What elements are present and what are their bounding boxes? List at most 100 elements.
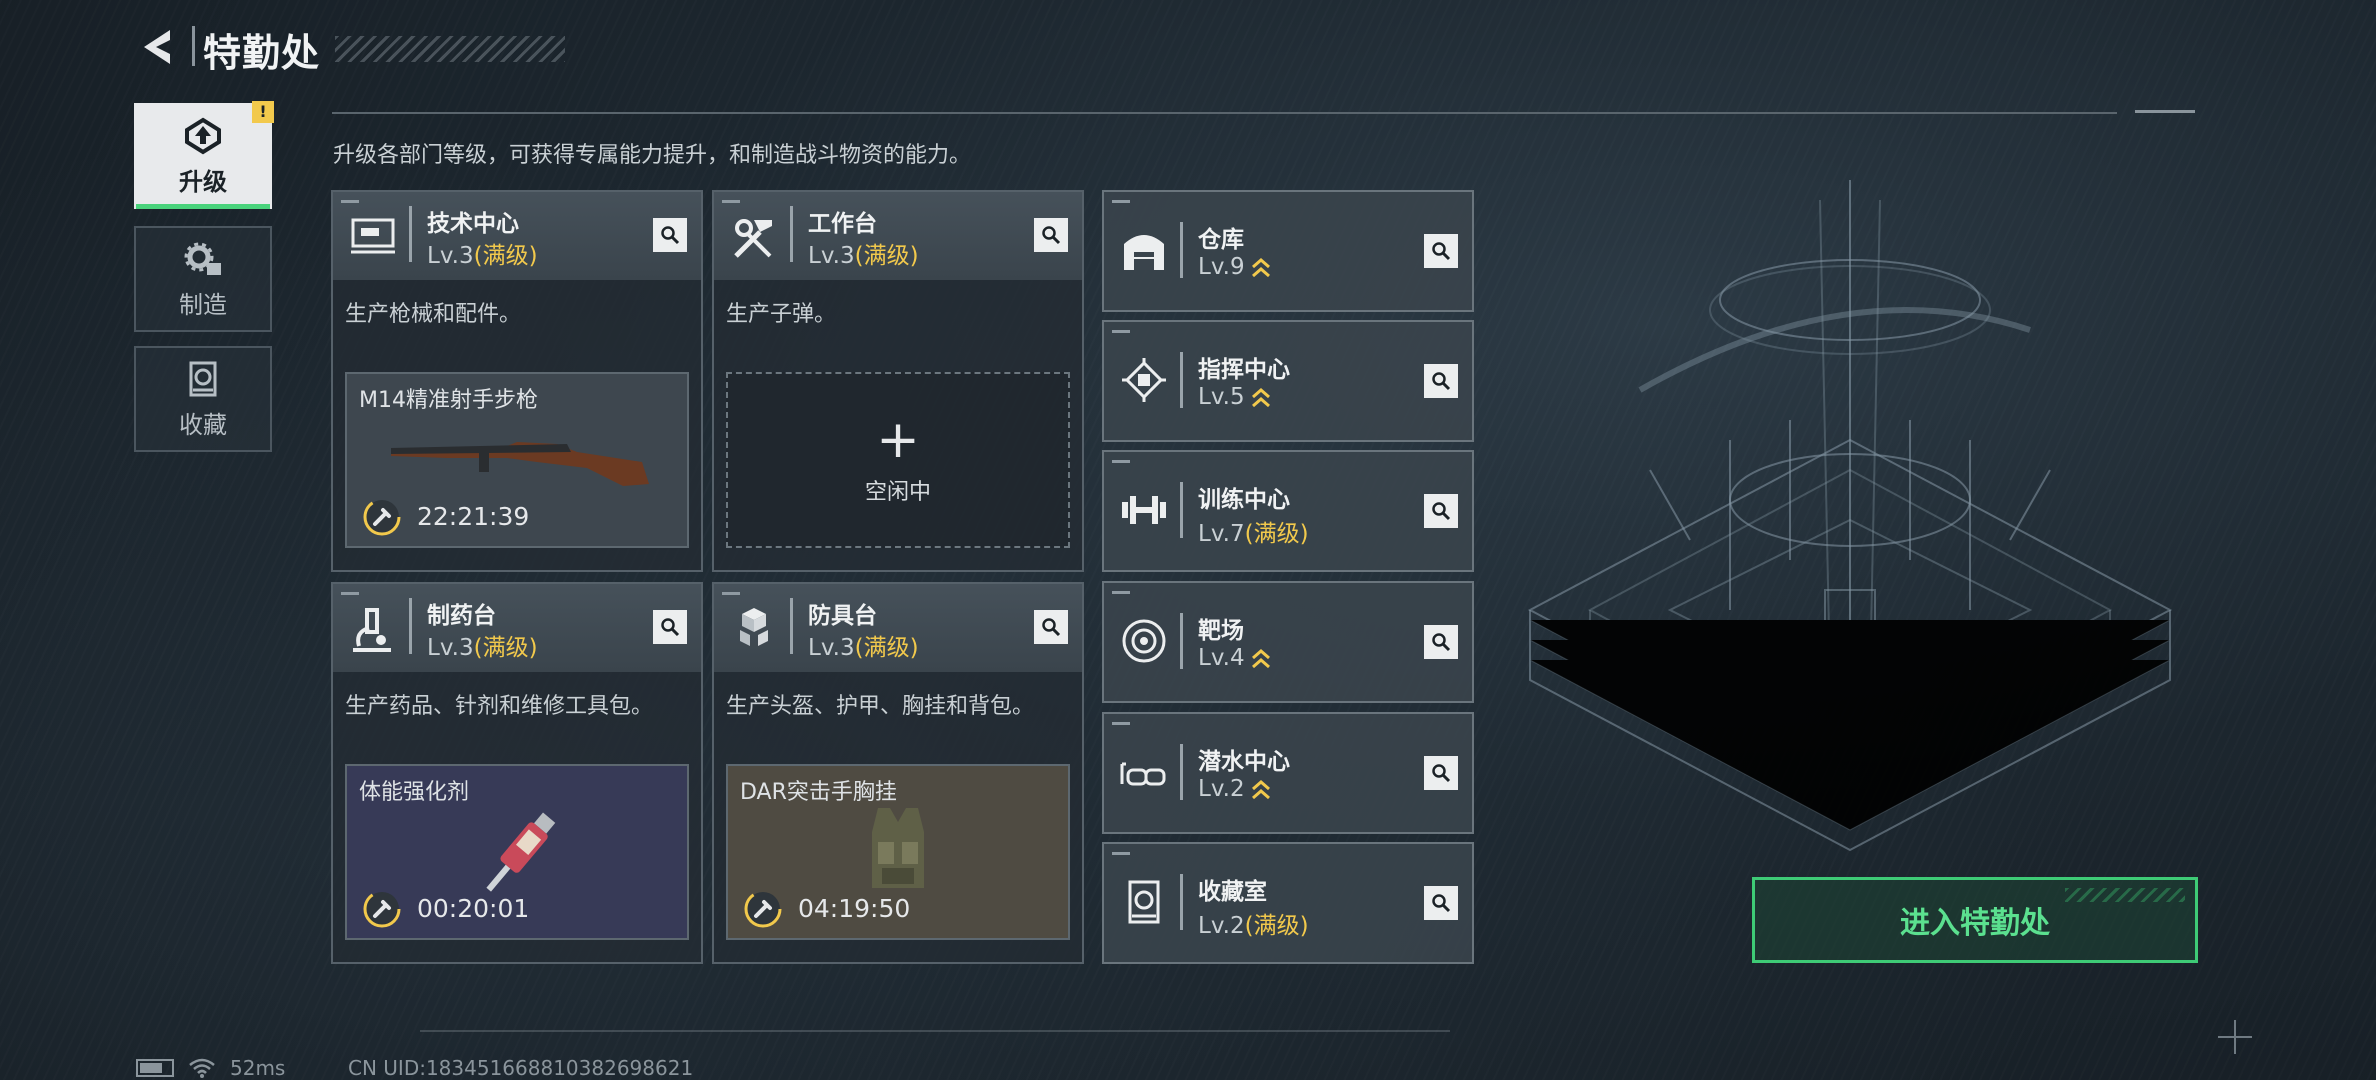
computer-icon [351, 218, 395, 254]
search-icon [1042, 618, 1061, 637]
card-separator [1180, 874, 1183, 930]
collection-icon [189, 361, 217, 396]
department-description: 生产头盔、护甲、胸挂和背包。 [726, 694, 1035, 719]
department-description: 生产子弹。 [726, 302, 837, 327]
search-icon [1432, 894, 1451, 913]
upgrade-icon [185, 117, 221, 154]
production-slot[interactable]: 体能强化剂 00:20:01 [345, 764, 689, 940]
facility-level: Lv.5 [1198, 384, 1271, 410]
inspect-button[interactable] [653, 218, 687, 252]
ping-value: 52ms [230, 1056, 286, 1080]
inspect-button[interactable] [1034, 610, 1068, 644]
facility-card-command-center[interactable]: 指挥中心 Lv.5 [1102, 320, 1474, 442]
inspect-button[interactable] [1034, 218, 1068, 252]
inspect-button[interactable] [653, 610, 687, 644]
facility-name: 潜水中心 [1198, 749, 1290, 775]
back-arrow-icon[interactable] [134, 24, 180, 70]
facility-name: 靶场 [1198, 618, 1244, 644]
search-icon [1432, 242, 1451, 261]
department-level: Lv.3(满级) [427, 243, 538, 269]
search-icon [1042, 226, 1061, 245]
inspect-button[interactable] [1424, 625, 1458, 659]
wrench-timer-icon [363, 498, 401, 536]
card-separator [1180, 482, 1183, 538]
inspect-button[interactable] [1424, 364, 1458, 398]
department-card-tech-center[interactable]: 技术中心 Lv.3(满级) 生产枪械和配件。 M14精准射手步枪 22:21:3… [331, 190, 703, 572]
facility-level: Lv.9 [1198, 254, 1271, 280]
battery-icon [136, 1059, 174, 1077]
search-icon [1432, 502, 1451, 521]
production-item-name: 体能强化剂 [359, 780, 470, 805]
command-chip-icon [1122, 358, 1166, 402]
nav-tab-craft[interactable]: 制造 [134, 226, 272, 332]
facility-level: Lv.4 [1198, 645, 1271, 671]
nav-label-craft: 制造 [179, 290, 227, 319]
card-separator [1180, 222, 1183, 278]
idle-label: 空闲中 [864, 480, 931, 505]
nav-tab-collection[interactable]: 收藏 [134, 346, 272, 452]
facility-name: 收藏室 [1198, 879, 1267, 905]
facility-level: Lv.2(满级) [1198, 913, 1309, 939]
facility-card-training-center[interactable]: 训练中心 Lv.7(满级) [1102, 450, 1474, 572]
facility-card-shooting-range[interactable]: 靶场 Lv.4 [1102, 581, 1474, 703]
facility-card-warehouse[interactable]: 仓库 Lv.9 [1102, 190, 1474, 312]
bottom-divider [420, 1030, 1450, 1032]
inspect-button[interactable] [1424, 756, 1458, 790]
top-divider-accent [2135, 110, 2195, 113]
card-separator [790, 206, 793, 262]
search-icon [1432, 764, 1451, 783]
department-level: Lv.3(满级) [808, 635, 919, 661]
production-slot-empty[interactable]: + 空闲中 [726, 372, 1070, 548]
search-icon [1432, 633, 1451, 652]
search-icon [661, 618, 680, 637]
inspect-button[interactable] [1424, 234, 1458, 268]
card-separator [790, 598, 793, 654]
card-header: 防具台 Lv.3(满级) [714, 584, 1082, 672]
header-divider [192, 26, 195, 66]
wifi-icon [189, 1058, 215, 1078]
upgrade-available-icon [1251, 648, 1270, 668]
inspect-button[interactable] [1424, 494, 1458, 528]
status-bar: 52ms [136, 1056, 285, 1080]
enter-special-ops-button[interactable]: 进入特勤处 [1752, 877, 2198, 963]
department-name: 制药台 [427, 603, 496, 629]
injector-image [486, 812, 556, 892]
production-timer: 04:19:50 [798, 894, 911, 923]
upgrade-available-icon [1251, 387, 1270, 407]
rifle-image [391, 442, 649, 486]
add-icon: + [876, 410, 920, 470]
target-icon [1122, 619, 1166, 663]
player-uid: CN UID:183451668810382698621 [348, 1056, 694, 1080]
upgrade-available-icon [1251, 779, 1270, 799]
nav-label-upgrade: 升级 [179, 167, 227, 196]
page-title: 特勤处 [203, 31, 321, 75]
nav-tab-upgrade[interactable]: ! 升级 [134, 101, 274, 209]
warehouse-icon [1124, 235, 1164, 270]
department-card-pharmacy[interactable]: 制药台 Lv.3(满级) 生产药品、针剂和维修工具包。 体能强化剂 00:20:… [331, 582, 703, 964]
tools-icon [734, 219, 772, 258]
card-header: 制药台 Lv.3(满级) [333, 584, 701, 672]
department-level: Lv.3(满级) [427, 635, 538, 661]
facility-name: 训练中心 [1198, 487, 1290, 513]
production-slot[interactable]: M14精准射手步枪 22:21:39 [345, 372, 689, 548]
top-divider [332, 112, 2117, 114]
microscope-icon [353, 608, 391, 652]
facility-name: 仓库 [1198, 227, 1244, 253]
inspect-button[interactable] [1424, 886, 1458, 920]
department-description: 生产枪械和配件。 [345, 302, 522, 327]
warning-badge: ! [252, 101, 274, 123]
production-timer: 00:20:01 [417, 894, 530, 923]
department-card-armor-bench[interactable]: 防具台 Lv.3(满级) 生产头盔、护甲、胸挂和背包。 DAR突击手胸挂 04:… [712, 582, 1084, 964]
facility-card-diving-center[interactable]: 潜水中心 Lv.2 [1102, 712, 1474, 834]
production-slot[interactable]: DAR突击手胸挂 04:19:50 [726, 764, 1070, 940]
dumbbell-icon [1122, 496, 1166, 524]
facility-card-collection-room[interactable]: 收藏室 Lv.2(满级) [1102, 842, 1474, 964]
card-header: 工作台 Lv.3(满级) [714, 192, 1082, 280]
chest-rig-image [872, 808, 924, 888]
card-separator [409, 598, 412, 654]
department-name: 工作台 [808, 211, 877, 237]
card-separator [409, 206, 412, 262]
department-card-workbench[interactable]: 工作台 Lv.3(满级) 生产子弹。 + 空闲中 [712, 190, 1084, 572]
search-icon [661, 226, 680, 245]
armor-blocks-icon [740, 608, 768, 646]
